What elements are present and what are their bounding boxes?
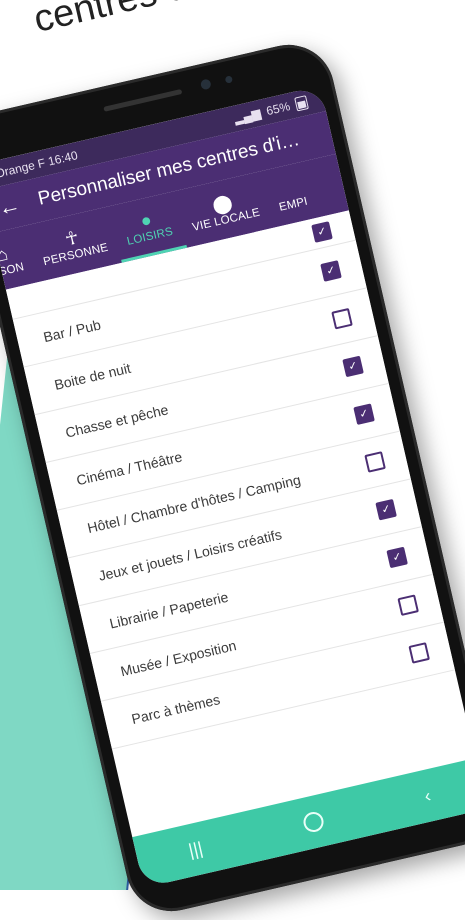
- tab-label: EMPI: [278, 195, 309, 214]
- front-camera: [199, 78, 212, 91]
- checkbox[interactable]: ✓: [320, 260, 342, 282]
- signal-icon: ▂▄▆: [232, 105, 263, 126]
- list-item-label: Cinéma / Théâtre: [74, 448, 184, 489]
- battery-percent: 65%: [264, 99, 292, 119]
- checkbox[interactable]: [364, 451, 386, 473]
- palette-icon: ●: [138, 208, 154, 231]
- checkbox[interactable]: ✓: [386, 546, 408, 569]
- list-item-label: Boite de nuit: [52, 359, 133, 393]
- battery-icon: [294, 95, 309, 112]
- system-nav-bar: ||| ‹: [132, 758, 465, 888]
- checkbox[interactable]: [408, 642, 430, 664]
- home-button-icon[interactable]: [301, 810, 326, 835]
- clock: 16:40: [46, 148, 80, 169]
- checkbox[interactable]: ✓: [311, 221, 333, 243]
- speaker-grille: [103, 88, 183, 112]
- back-nav-icon[interactable]: ‹: [422, 785, 433, 807]
- checkbox[interactable]: ✓: [342, 355, 364, 378]
- checkbox[interactable]: ✓: [353, 403, 375, 425]
- sensor: [224, 75, 234, 84]
- recents-icon[interactable]: |||: [186, 837, 204, 861]
- checkbox[interactable]: ✓: [375, 498, 397, 521]
- list-item-label: Parc à thèmes: [129, 691, 222, 728]
- person-icon: ☥: [63, 227, 81, 250]
- page-headline: centres d'intérêts: [30, 0, 320, 42]
- home-icon: ⌂: [0, 243, 10, 266]
- list-item-label: Chasse et pêche: [63, 401, 170, 441]
- checkbox[interactable]: [331, 307, 353, 330]
- arrow-back-icon[interactable]: ←: [0, 191, 24, 222]
- list-item-label: Bar / Pub: [41, 316, 103, 346]
- list-item-label: Musée / Exposition: [118, 637, 238, 680]
- checkbox[interactable]: [397, 594, 419, 616]
